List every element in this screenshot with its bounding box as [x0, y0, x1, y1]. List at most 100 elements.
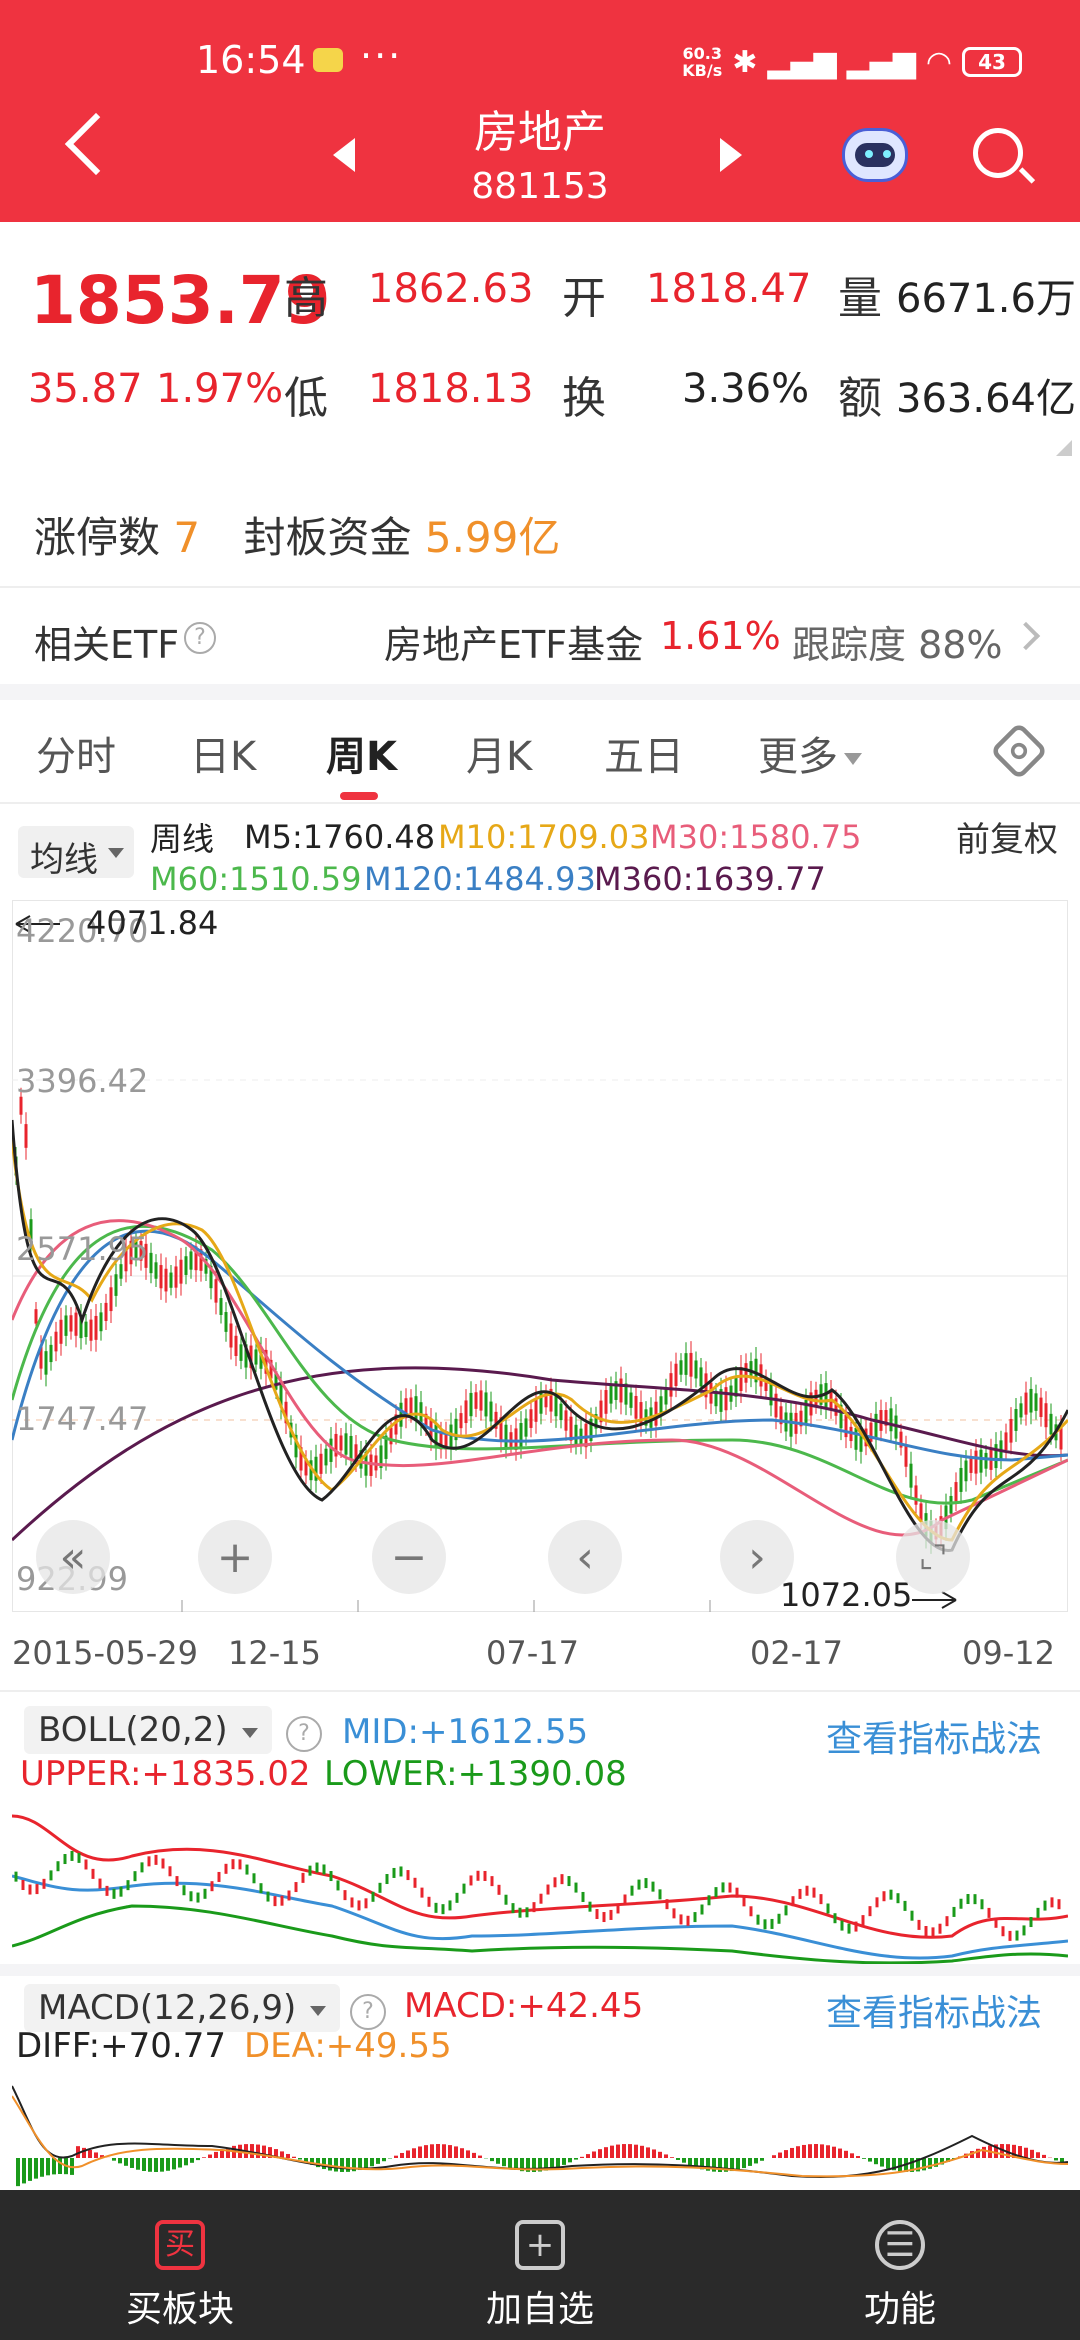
ma-select[interactable]: 均线: [18, 826, 134, 880]
tab-more[interactable]: 更多: [758, 724, 862, 782]
candle-body: [94, 1315, 98, 1340]
boll-candle: [1008, 1930, 1012, 1941]
macd-bar: [772, 2155, 776, 2158]
boll-candle: [1057, 1899, 1061, 1910]
macd-bar: [820, 2144, 824, 2158]
functions-button[interactable]: ☰ 功能: [720, 2190, 1080, 2340]
macd-dea: DEA:+49.55: [244, 2026, 452, 2066]
kline-chart[interactable]: 4220.70 3396.42 2571.95 1747.47 922.99 4…: [12, 900, 1068, 1614]
boll-lower: LOWER:+1390.08: [324, 1754, 627, 1794]
macd-bar: [754, 2158, 758, 2164]
macd-bar: [496, 2158, 500, 2164]
macd-bar: [190, 2158, 194, 2163]
macd-bar: [574, 2158, 578, 2160]
boll-candle: [266, 1891, 270, 1902]
prev-stock-icon[interactable]: [333, 138, 355, 172]
macd-bar: [214, 2151, 218, 2158]
candle-body: [339, 1435, 343, 1451]
network-speed: 60.3 KB/s: [682, 45, 722, 79]
buy-sector-button[interactable]: 买 买板块: [0, 2190, 360, 2340]
boll-candle: [693, 1912, 697, 1923]
tab-weekly[interactable]: 周K: [326, 724, 397, 782]
caret-down-icon: [310, 2006, 327, 2016]
macd-bar: [58, 2158, 62, 2175]
candle-body: [169, 1272, 173, 1288]
divider: [0, 1690, 1080, 1692]
add-watchlist-button[interactable]: + 加自选: [360, 2190, 720, 2340]
candle-body: [319, 1453, 323, 1474]
limit-up-row: 涨停数 7 封板资金 5.99亿: [34, 504, 560, 565]
status-icons: 60.3 KB/s ✱ ▂▄▆ ▂▄▆ ◠ 43: [682, 38, 1022, 86]
candle-body: [974, 1450, 978, 1474]
help-icon[interactable]: ?: [286, 1716, 322, 1752]
boll-candle: [287, 1890, 291, 1901]
boll-strategy-link[interactable]: 查看指标战法: [826, 1710, 1042, 1762]
candle-body: [464, 1400, 468, 1424]
back-icon[interactable]: [64, 112, 128, 176]
candle-body: [184, 1256, 188, 1275]
boll-candle: [588, 1901, 592, 1912]
boll-candle: [315, 1862, 319, 1873]
macd-bar: [322, 2158, 326, 2170]
candle-body: [414, 1396, 418, 1420]
boll-candle: [133, 1871, 137, 1882]
boll-candle: [308, 1865, 312, 1876]
robot-assistant-icon[interactable]: [842, 128, 908, 182]
boll-candle: [854, 1921, 858, 1932]
candle-body: [114, 1274, 118, 1296]
boll-candle: [35, 1884, 39, 1895]
macd-bar: [328, 2158, 332, 2171]
boll-candle: [994, 1917, 998, 1928]
macd-chart: [12, 2085, 1068, 2187]
macd-strategy-link[interactable]: 查看指标战法: [826, 1984, 1042, 2036]
boll-candle: [14, 1871, 18, 1882]
macd-bar: [676, 2158, 680, 2160]
tab-five-day[interactable]: 五日: [604, 724, 684, 782]
search-icon[interactable]: [973, 128, 1023, 178]
macd-bar: [370, 2158, 374, 2167]
boll-candle: [77, 1852, 81, 1863]
candles: [14, 1087, 1063, 1554]
macd-select[interactable]: MACD(12,26,9): [24, 1984, 341, 2032]
tab-monthly[interactable]: 月K: [466, 724, 532, 782]
related-etf-row[interactable]: 相关ETF ? 房地产ETF基金 1.61% 跟踪度 88%: [0, 588, 1080, 684]
move-left-button[interactable]: ‹: [548, 1520, 622, 1594]
open-value: 1818.47: [646, 266, 812, 312]
section-divider: [0, 1964, 1080, 1976]
boll-candle: [413, 1877, 417, 1888]
tab-daily[interactable]: 日K: [190, 724, 256, 782]
collapse-button[interactable]: «: [36, 1520, 110, 1594]
candle-body: [154, 1262, 158, 1279]
macd-bar: [148, 2158, 152, 2172]
boll-candle: [84, 1859, 88, 1870]
candle-body: [474, 1392, 478, 1409]
next-stock-icon[interactable]: [720, 138, 742, 172]
buy-icon: 买: [155, 2220, 205, 2270]
boll-candle: [917, 1919, 921, 1930]
move-right-button[interactable]: ›: [720, 1520, 794, 1594]
help-icon[interactable]: ?: [184, 622, 216, 654]
boll-candle: [952, 1906, 956, 1917]
fullscreen-icon[interactable]: ⌞⌝: [896, 1520, 970, 1594]
boll-candle: [805, 1885, 809, 1896]
boll-candle: [1050, 1897, 1054, 1908]
zoom-in-button[interactable]: +: [198, 1520, 272, 1594]
boll-candle: [966, 1894, 970, 1905]
candle-body: [44, 1351, 48, 1375]
boll-candle: [91, 1868, 95, 1879]
macd-bar: [124, 2158, 128, 2166]
expand-corner-icon[interactable]: [1056, 440, 1072, 456]
zoom-out-button[interactable]: −: [372, 1520, 446, 1594]
tab-intraday[interactable]: 分时: [36, 724, 116, 782]
boll-candle: [721, 1882, 725, 1893]
macd-bar: [670, 2157, 674, 2158]
boll-candle: [574, 1882, 578, 1893]
boll-candle: [511, 1903, 515, 1914]
adjust-mode[interactable]: 前复权: [956, 812, 1058, 861]
boll-select[interactable]: BOLL(20,2): [24, 1706, 272, 1754]
boll-candle: [980, 1899, 984, 1910]
help-icon[interactable]: ?: [350, 1994, 386, 2030]
macd-bar: [658, 2151, 662, 2158]
limit-fund-value: 5.99亿: [424, 513, 561, 562]
boll-candle: [105, 1885, 109, 1896]
